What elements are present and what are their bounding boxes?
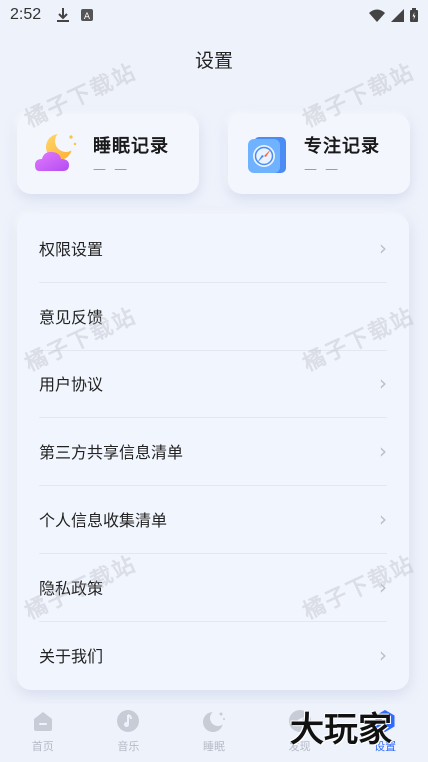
sleep-record-card[interactable]: 睡眠记录 — — xyxy=(17,114,199,194)
page-title: 设置 xyxy=(194,50,233,72)
download-icon xyxy=(57,8,70,22)
home-icon xyxy=(30,708,56,734)
menu-item-label: 权限设置 xyxy=(39,239,104,259)
compass-icon xyxy=(244,131,290,177)
chevron-right-icon: › xyxy=(379,642,387,667)
menu-item-label: 关于我们 xyxy=(39,646,104,666)
status-time: 2:52 xyxy=(10,6,42,23)
tab-music[interactable]: 音乐 xyxy=(86,704,172,762)
focus-record-label: 专注记录 xyxy=(304,135,380,157)
focus-record-card[interactable]: 专注记录 — — xyxy=(228,114,410,194)
menu-item-label: 用户协议 xyxy=(39,375,104,395)
focus-record-value: — — xyxy=(304,161,341,177)
brand-watermark: 大玩家 xyxy=(290,710,392,750)
chevron-right-icon: › xyxy=(379,439,387,464)
moon-cloud-icon xyxy=(33,130,79,177)
tab-sleep[interactable]: 睡眠 xyxy=(171,704,257,762)
music-icon xyxy=(115,708,141,734)
tab-home[interactable]: 首页 xyxy=(0,704,86,762)
chevron-right-icon: › xyxy=(379,507,387,532)
menu-item-about-us[interactable]: 关于我们 › xyxy=(17,620,409,689)
menu-item-label: 个人信息收集清单 xyxy=(39,511,168,531)
sleep-record-label: 睡眠记录 xyxy=(93,135,169,157)
menu-item-label: 隐私政策 xyxy=(39,578,104,598)
sleep-record-value: — — xyxy=(93,161,130,177)
menu-item-label: 第三方共享信息清单 xyxy=(39,443,184,463)
menu-item-privacy-policy[interactable]: 隐私政策 › xyxy=(17,552,409,621)
tab-label: 音乐 xyxy=(117,740,140,753)
settings-menu: 权限设置 › 意见反馈 用户协议 › 第三方共享信息清单 › 个人信息收集清单 … xyxy=(17,214,409,690)
moon-icon xyxy=(201,708,227,734)
tab-label: 首页 xyxy=(31,740,54,753)
menu-item-personal-info[interactable]: 个人信息收集清单 › xyxy=(17,485,409,553)
wifi-icon xyxy=(369,9,385,22)
font-a-icon: A xyxy=(81,9,94,21)
chevron-right-icon: › xyxy=(379,371,387,396)
signal-icon xyxy=(391,8,404,22)
chevron-right-icon: › xyxy=(379,235,387,260)
battery-icon xyxy=(410,8,418,22)
tab-label: 睡眠 xyxy=(202,740,225,753)
menu-item-label: 意见反馈 xyxy=(39,307,104,327)
status-bar: 2:52 A xyxy=(0,0,428,30)
chevron-right-icon: › xyxy=(379,574,387,599)
menu-item-feedback[interactable]: 意见反馈 xyxy=(17,281,409,350)
menu-item-permissions[interactable]: 权限设置 › xyxy=(17,214,409,282)
svg-text:A: A xyxy=(84,12,91,21)
menu-item-third-party-sharing[interactable]: 第三方共享信息清单 › xyxy=(17,417,409,485)
menu-item-user-agreement[interactable]: 用户协议 › xyxy=(17,349,409,418)
